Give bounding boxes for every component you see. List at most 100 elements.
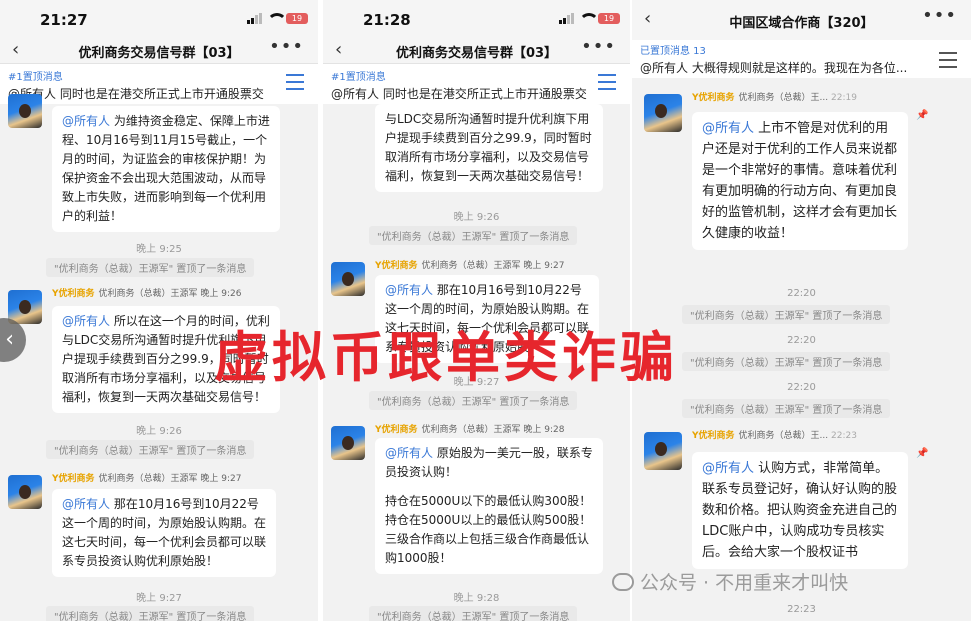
message-bubble[interactable]: 与LDC交易所沟通暂时提升优利旗下用户提现手续费到百分之99.9，同时暂时取消所… (375, 104, 603, 192)
sender-time: 晚上 9:27 (523, 261, 565, 271)
sender-time: 22:19 (831, 93, 857, 103)
pinned-message-bar[interactable]: #1置顶消息 @所有人 同时也是在港交所正式上市开通股票交 (0, 64, 318, 104)
chat-header: ‹ 中国区域合作商【320】 ••• (632, 0, 971, 40)
pinned-tag: #1置顶消息 (331, 72, 386, 83)
timestamp: 晚上 9:25 (136, 244, 182, 255)
pinned-text: @所有人 大概得规则就是这样的。我现在为各位... (640, 61, 908, 75)
pin-list-icon[interactable] (598, 74, 616, 95)
sender-badge: Y优利商务 (52, 474, 95, 484)
pinned-text: @所有人 同时也是在港交所正式上市开通股票交 (8, 87, 264, 101)
message-bubble[interactable]: @所有人 原始股为一美元一股，联系专员投资认购！ 持仓在5000U以下的最低认购… (375, 438, 603, 574)
timestamp: 晚上 9:28 (453, 593, 500, 604)
pinned-text: @所有人 同时也是在港交所正式上市开通股票交 (331, 87, 587, 101)
chat-title: 中国区域合作商【320】 (729, 16, 874, 31)
mention-all[interactable]: @所有人 (385, 446, 433, 460)
sender-name: 优利商务（总裁）王源军 (98, 289, 198, 299)
warning-title: 虚拟币跟单类诈骗 (214, 326, 678, 389)
sender-badge: Y优利商务 (52, 289, 95, 299)
timestamp: 晚上 9:26 (453, 212, 500, 223)
avatar[interactable] (331, 426, 365, 460)
sender-badge: Y优利商务 (692, 431, 735, 441)
message-bubble[interactable]: @所有人 那在10月16号到10月22号这一个周的时间，为原始股认购期。在这七天… (52, 489, 276, 577)
chat-panel-right: ‹ 中国区域合作商【320】 ••• 已置顶消息 13 @所有人 大概得规则就是… (632, 0, 971, 621)
sender-time: 22:23 (831, 431, 857, 441)
timestamp: 22:20 (787, 288, 816, 299)
sender-line: Y优利商务 优利商务（总裁）王源军 晚上 9:28 (375, 422, 565, 435)
wifi-icon (579, 13, 599, 24)
timestamp: 22:23 (787, 604, 816, 615)
sender-line: Y优利商务 优利商务（总裁）王... 22:19 (692, 90, 857, 103)
pinned-message-bar[interactable]: #1置顶消息 @所有人 同时也是在港交所正式上市开通股票交 (323, 64, 630, 104)
pinned-tag: 已置顶消息 13 (640, 46, 706, 57)
mention-all[interactable]: @所有人 (702, 461, 754, 476)
wechat-icon (612, 572, 634, 591)
sender-line: Y优利商务 优利商务（总裁）王源军 晚上 9:26 (52, 286, 242, 299)
pin-icon: 📌 (916, 448, 929, 459)
avatar[interactable] (8, 94, 42, 128)
more-icon[interactable]: ••• (922, 5, 957, 26)
sender-name: 优利商务（总裁）王源军 (421, 261, 521, 271)
message-bubble[interactable]: @所有人 为维持资金稳定、保障上市进程、10月16号到11月15号截止，一个月的… (52, 106, 280, 232)
system-notice: "优利商务（总裁）王源军" 置顶了一条消息 (369, 391, 578, 410)
status-bar: 21:28 19 (323, 0, 630, 38)
sender-time: 晚上 9:26 (200, 289, 242, 299)
watermark: 公众号 · 不用重来才叫快 (612, 568, 848, 595)
sender-line: Y优利商务 优利商务（总裁）王源军 晚上 9:27 (375, 258, 565, 271)
mention-all[interactable]: @所有人 (62, 497, 110, 511)
pin-list-icon[interactable] (286, 74, 304, 95)
sender-name: 优利商务（总裁）王... (738, 431, 829, 441)
sender-time: 晚上 9:27 (200, 474, 242, 484)
sender-name: 优利商务（总裁）王源军 (98, 474, 198, 484)
avatar[interactable] (331, 262, 365, 296)
message-bubble[interactable]: @所有人 认购方式，非常简单。联系专员登记好，确认好认购的股数和价格。把认购资金… (692, 452, 908, 569)
system-notice: "优利商务（总裁）王源军" 置顶了一条消息 (369, 606, 578, 621)
system-notice: "优利商务（总裁）王源军" 置顶了一条消息 (369, 226, 578, 245)
sender-badge: Y优利商务 (375, 425, 418, 435)
chat-header: ‹ 优利商务交易信号群【03】 ••• (0, 36, 318, 64)
signal-icon (559, 13, 574, 24)
system-notice: "优利商务（总裁）王源军" 置顶了一条消息 (46, 606, 255, 621)
pinned-message-bar[interactable]: 已置顶消息 13 @所有人 大概得规则就是这样的。我现在为各位... (632, 40, 971, 78)
timestamp: 22:20 (787, 382, 816, 393)
more-icon[interactable]: ••• (581, 36, 616, 57)
sender-badge: Y优利商务 (375, 261, 418, 271)
sender-time: 晚上 9:28 (523, 425, 565, 435)
sender-line: Y优利商务 优利商务（总裁）王源军 晚上 9:27 (52, 471, 242, 484)
system-notice: "优利商务（总裁）王源军" 置顶了一条消息 (682, 352, 891, 371)
avatar[interactable] (8, 290, 42, 324)
message-bubble[interactable]: @所有人 上市不管是对优利的用户还是对于优利的工作人员来说都是一个非常好的事情。… (692, 112, 908, 250)
message-text-line2: 持仓在5000U以下的最低认购300股！持仓在5000U以上的最低认购500股！… (385, 494, 592, 565)
system-notice: "优利商务（总裁）王源军" 置顶了一条消息 (46, 258, 255, 277)
pin-list-icon[interactable] (939, 52, 957, 73)
timestamp: 晚上 9:27 (136, 593, 182, 604)
pin-icon: 📌 (916, 110, 929, 121)
mention-all[interactable]: @所有人 (702, 121, 754, 136)
sender-badge: Y优利商务 (692, 93, 735, 103)
chat-panel-middle: 21:28 19 ‹ 优利商务交易信号群【03】 ••• #1置顶消息 @所有人… (323, 0, 630, 621)
mention-all[interactable]: @所有人 (62, 314, 110, 328)
mention-all[interactable]: @所有人 (62, 114, 110, 128)
mention-all[interactable]: @所有人 (385, 283, 433, 297)
chat-header: ‹ 优利商务交易信号群【03】 ••• (323, 36, 630, 64)
status-bar: 21:27 19 (0, 0, 318, 38)
message-text: 与LDC交易所沟通暂时提升优利旗下用户提现手续费到百分之99.9，同时暂时取消所… (385, 112, 592, 183)
battery-icon: 19 (598, 13, 620, 24)
system-notice: "优利商务（总裁）王源军" 置顶了一条消息 (46, 440, 255, 459)
system-notice: "优利商务（总裁）王源军" 置顶了一条消息 (682, 399, 891, 418)
more-icon[interactable]: ••• (269, 36, 304, 57)
status-time: 21:27 (40, 11, 88, 29)
message-text: 为维持资金稳定、保障上市进程、10月16号到11月15号截止，一个月的时间，为证… (62, 114, 270, 223)
signal-icon (247, 13, 262, 24)
status-time: 21:28 (363, 11, 411, 29)
pinned-tag: #1置顶消息 (8, 72, 63, 83)
avatar[interactable] (8, 475, 42, 509)
sender-line: Y优利商务 优利商务（总裁）王... 22:23 (692, 428, 857, 441)
avatar[interactable] (644, 432, 682, 470)
wifi-icon (267, 13, 287, 24)
chat-panel-left: 21:27 19 ‹ 优利商务交易信号群【03】 ••• #1置顶消息 @所有人… (0, 0, 318, 621)
message-text: 上市不管是对优利的用户还是对于优利的工作人员来说都是一个非常好的事情。意味着优利… (702, 121, 898, 241)
battery-icon: 19 (286, 13, 308, 24)
timestamp: 22:20 (787, 335, 816, 346)
sender-name: 优利商务（总裁）王源军 (421, 425, 521, 435)
avatar[interactable] (644, 94, 682, 132)
